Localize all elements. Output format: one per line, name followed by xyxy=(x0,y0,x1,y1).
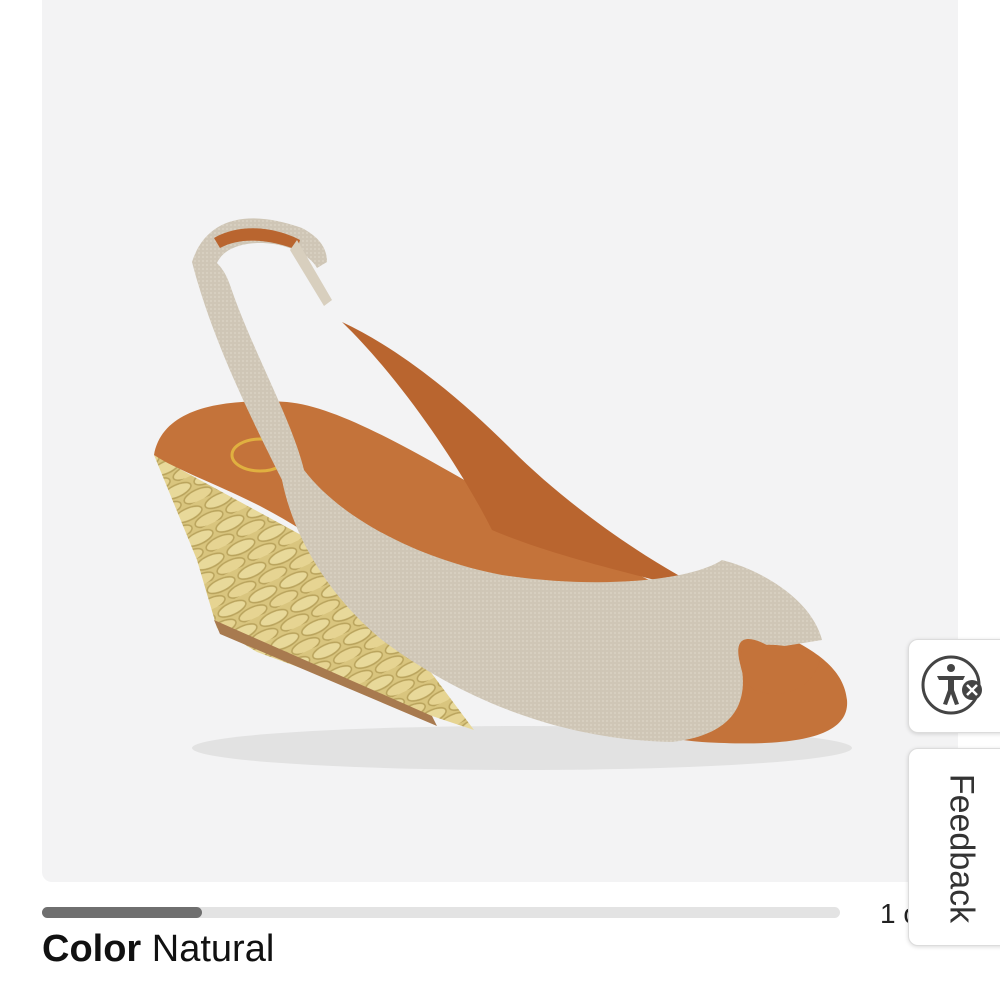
feedback-label: Feedback xyxy=(942,773,981,924)
shoe-illustration xyxy=(154,218,852,770)
carousel-progress-track[interactable] xyxy=(42,907,840,918)
color-selection: Color Natural xyxy=(42,928,274,971)
carousel-progress-fill xyxy=(42,907,202,918)
product-image[interactable] xyxy=(42,0,958,882)
accessibility-button[interactable] xyxy=(908,639,1000,733)
color-value: Natural xyxy=(151,928,275,970)
accessibility-icon xyxy=(921,655,982,715)
feedback-button[interactable]: Feedback xyxy=(908,748,1000,946)
color-label: Color xyxy=(42,928,142,970)
